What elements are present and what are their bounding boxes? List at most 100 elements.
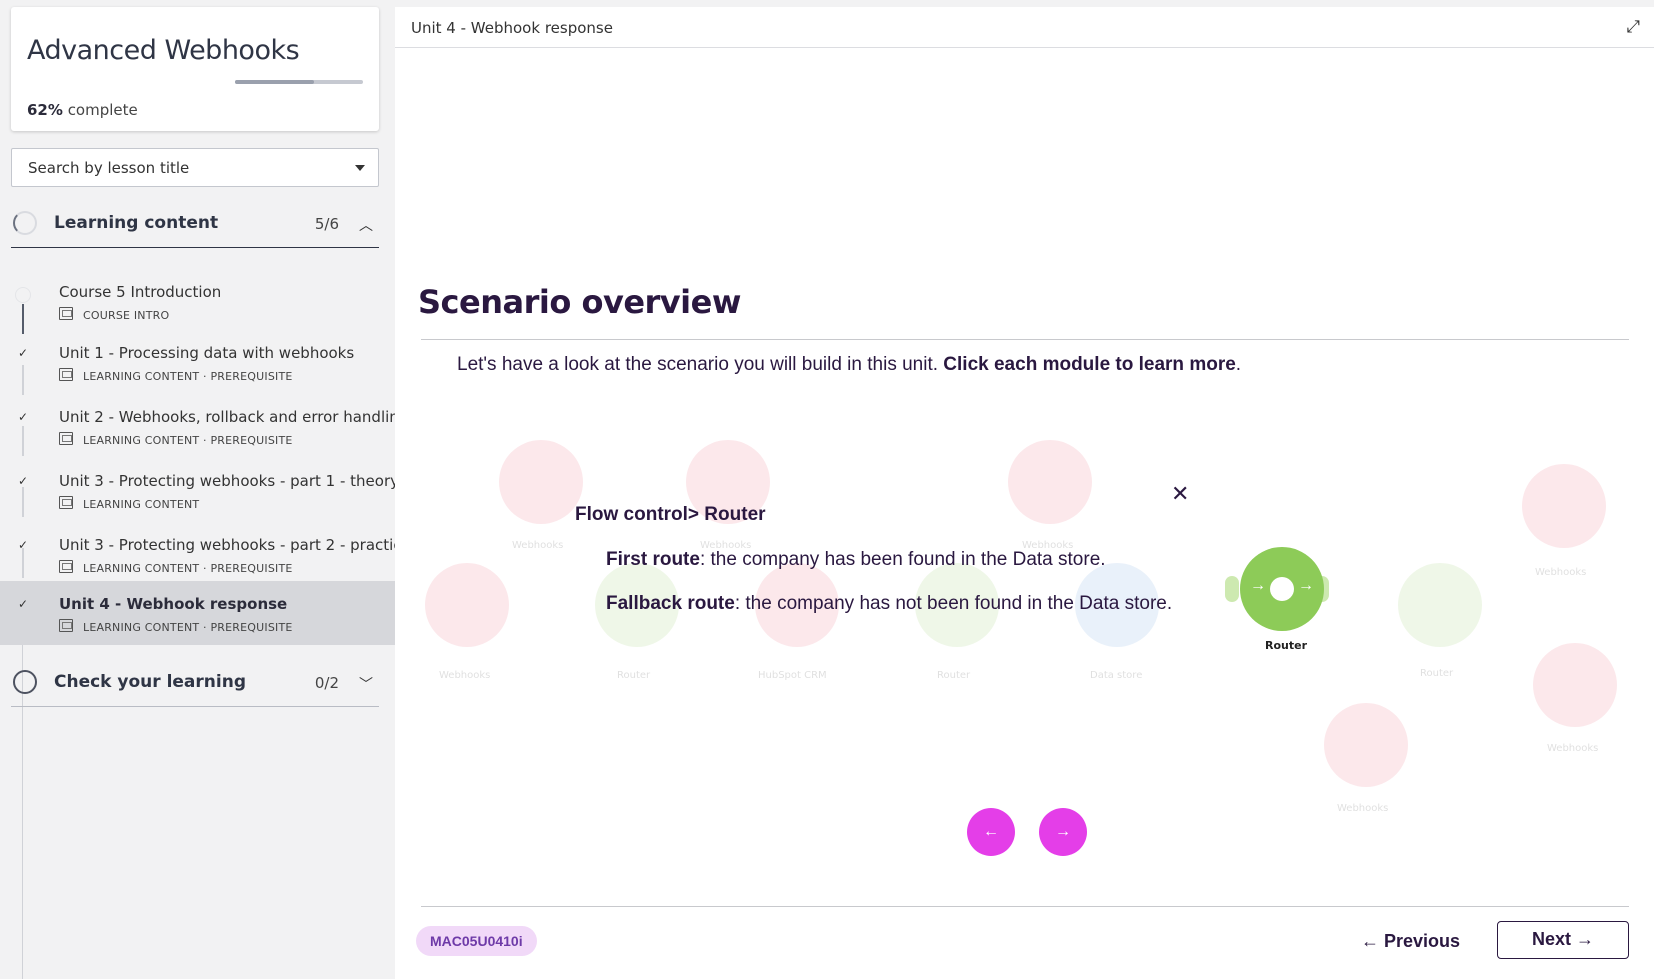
lesson-item[interactable]: Course 5 Introduction COURSE INTRO	[0, 273, 395, 337]
slides-icon	[59, 619, 73, 632]
intro-text-bold: Click each module to learn more	[943, 354, 1236, 375]
popup-fallback-route: Fallback route: the company has not been…	[606, 593, 1172, 615]
lesson-meta: COURSE INTRO	[83, 309, 170, 322]
slides-icon	[59, 496, 73, 509]
intro-text: Let's have a look at the scenario you wi…	[457, 354, 1241, 376]
intro-text-plain: Let's have a look at the scenario you wi…	[457, 354, 944, 375]
first-route-label: First route	[606, 549, 700, 570]
lesson-meta: LEARNING CONTENT · PREREQUISITE	[83, 434, 293, 447]
router-label: Router	[1265, 639, 1308, 652]
module-label: HubSpot CRM	[758, 670, 827, 681]
lesson-title: Course 5 Introduction	[59, 283, 222, 301]
course-title: Advanced Webhooks	[27, 35, 300, 66]
section-divider	[11, 706, 379, 707]
module-label: Router	[617, 670, 651, 681]
course-progress-text: 62% complete	[27, 101, 138, 119]
webhooks-module[interactable]	[1324, 703, 1408, 787]
lesson-title: Unit 1 - Processing data with webhooks	[59, 344, 355, 362]
section-check-your-learning[interactable]: Check your learning 0/2 ﹀	[11, 657, 379, 707]
module-label: Webhooks	[1337, 803, 1389, 814]
course-progress-bar	[235, 80, 363, 84]
lesson-status-empty-icon	[15, 287, 31, 303]
module-label: Webhooks	[1547, 743, 1599, 754]
popup-first-route: First route: the company has been found …	[606, 549, 1106, 571]
webhooks-module[interactable]	[1533, 643, 1617, 727]
slides-icon	[59, 560, 73, 573]
webhooks-module[interactable]	[1522, 464, 1606, 548]
section-learning-content[interactable]: Learning content 5/6 ︿	[11, 198, 379, 248]
lesson-item[interactable]: ✓ Unit 1 - Processing data with webhooks…	[0, 334, 395, 398]
router-connector-left	[1225, 576, 1239, 602]
lesson-meta: LEARNING CONTENT · PREREQUISITE	[83, 370, 293, 383]
lesson-meta: LEARNING CONTENT · PREREQUISITE	[83, 562, 293, 575]
section-progress-ring-icon	[13, 670, 37, 694]
arrow-right-icon: →	[1055, 823, 1071, 840]
section-label: Learning content	[54, 213, 219, 233]
arrow-left-icon: ←	[983, 823, 999, 840]
lesson-search-placeholder: Search by lesson title	[28, 159, 190, 177]
diagram-next-button[interactable]: →	[1039, 808, 1087, 856]
fallback-route-label: Fallback route	[606, 593, 735, 614]
lesson-item[interactable]: ✓ Unit 3 - Protecting webhooks - part 1 …	[0, 462, 399, 526]
section-label: Check your learning	[54, 672, 246, 692]
section-progress-ring-icon	[13, 211, 37, 235]
lesson-meta: LEARNING CONTENT	[83, 498, 200, 511]
footer-divider	[421, 906, 1629, 907]
arrow-right-icon: →	[1576, 929, 1595, 949]
close-icon[interactable]: ✕	[1171, 481, 1189, 507]
arrow-right-icon: →	[1250, 577, 1266, 594]
module-label: Webhooks	[439, 670, 491, 681]
webhooks-module[interactable]	[1008, 440, 1092, 524]
lesson-search-select[interactable]: Search by lesson title	[11, 148, 379, 187]
lesson-item[interactable]: ✓ Unit 2 - Webhooks, rollback and error …	[0, 398, 408, 462]
popup-title: Flow control> Router	[575, 504, 766, 525]
expand-fullscreen-icon[interactable]: ⤢	[1626, 17, 1640, 37]
chevron-down-icon[interactable]: ﹀	[359, 674, 373, 694]
lesson-item-active[interactable]: ✓ Unit 4 - Webhook response LEARNING CON…	[0, 581, 395, 645]
progress-percent: 62%	[27, 101, 63, 119]
checkmark-icon: ✓	[17, 410, 29, 424]
webhooks-module[interactable]	[499, 440, 583, 524]
first-route-text: : the company has been found in the Data…	[699, 549, 1106, 570]
module-label: Webhooks	[1535, 567, 1587, 578]
webhooks-module[interactable]	[425, 563, 509, 647]
course-card: Advanced Webhooks 62% complete	[11, 7, 379, 131]
lesson-code-badge: MAC05U0410i	[416, 926, 537, 956]
router-module[interactable]	[1398, 563, 1482, 647]
router-center-icon	[1270, 577, 1294, 601]
scenario-diagram: Webhooks Webhooks Webhooks Webhooks Rout…	[395, 427, 1654, 847]
caret-down-icon	[355, 165, 365, 171]
arrow-right-icon: →	[1298, 577, 1314, 594]
section-count: 0/2	[314, 674, 339, 692]
unit-title: Unit 4 - Webhook response	[411, 19, 613, 37]
intro-text-end: .	[1235, 354, 1242, 375]
chevron-up-icon[interactable]: ︿	[359, 215, 373, 235]
slides-icon	[59, 432, 73, 445]
page-heading: Scenario overview	[418, 283, 741, 321]
arrow-left-icon: ←	[1361, 931, 1379, 951]
next-button[interactable]: Next →	[1497, 921, 1629, 959]
lesson-content-panel: Unit 4 - Webhook response ⤢ Scenario ove…	[395, 7, 1654, 979]
lesson-title: Unit 2 - Webhooks, rollback and error ha…	[59, 408, 409, 426]
previous-label: Previous	[1384, 931, 1461, 951]
lesson-title: Unit 3 - Protecting webhooks - part 1 - …	[59, 472, 399, 490]
module-label: Webhooks	[512, 540, 564, 551]
module-label: Data store	[1090, 670, 1143, 681]
course-sidebar: Advanced Webhooks 62% complete Search by…	[0, 0, 411, 979]
document-icon	[59, 307, 73, 320]
slides-icon	[59, 368, 73, 381]
lesson-title: Unit 4 - Webhook response	[59, 595, 288, 613]
router-module-selected[interactable]: → →	[1240, 547, 1324, 631]
diagram-prev-button[interactable]: ←	[967, 808, 1015, 856]
section-divider	[11, 247, 379, 248]
checkmark-icon: ✓	[17, 538, 29, 552]
previous-button[interactable]: ← Previous	[1361, 931, 1460, 952]
module-label: Router	[1420, 668, 1454, 679]
checkmark-icon: ✓	[17, 346, 29, 360]
lesson-topbar: Unit 4 - Webhook response ⤢	[395, 7, 1654, 48]
progress-suffix: complete	[67, 101, 138, 119]
checkmark-icon: ✓	[17, 474, 29, 488]
lesson-meta: LEARNING CONTENT · PREREQUISITE	[83, 621, 293, 634]
fallback-route-text: : the company has not been found in the …	[734, 593, 1173, 614]
heading-divider	[421, 339, 1629, 340]
